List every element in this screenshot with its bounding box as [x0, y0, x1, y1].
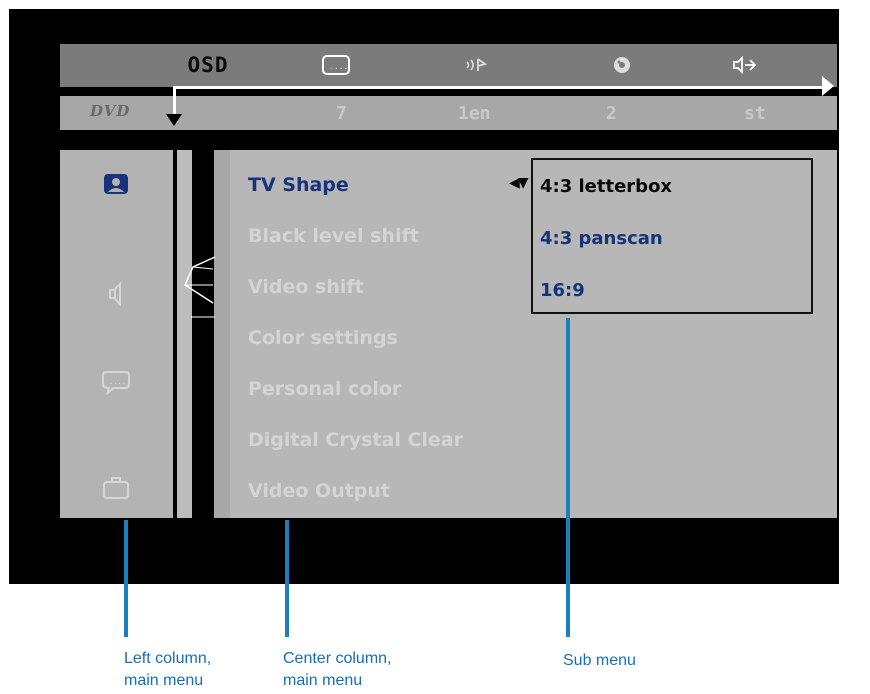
subtitle-icon[interactable]: .... [316, 48, 356, 82]
divider [192, 150, 214, 518]
connector-line [173, 86, 823, 89]
audio-language-icon[interactable] [458, 48, 498, 82]
connector-line-vertical [173, 86, 176, 114]
svg-text:....: .... [329, 62, 348, 71]
sound-mode-icon[interactable] [724, 48, 764, 82]
menu-item-black-level-shift[interactable]: Black level shift [248, 225, 419, 247]
callout-center-line2: main menu [283, 672, 363, 689]
osd-label[interactable]: OSD [178, 48, 238, 82]
osd-icon-bar: OSD .... [60, 44, 837, 87]
status-audio-language: 1en [458, 102, 491, 124]
picture-icon[interactable] [90, 164, 142, 204]
suitcase-icon[interactable] [90, 467, 142, 507]
callout-left-column: Left column, main menu [124, 648, 211, 692]
status-title-number: 7 [336, 102, 347, 124]
callout-sub-menu: Sub menu [563, 652, 636, 669]
dvd-logo: DVD [90, 102, 131, 120]
status-angle: 2 [606, 102, 617, 124]
menu-item-digital-crystal-clear[interactable]: Digital Crystal Clear [248, 429, 463, 451]
speaker-icon[interactable] [90, 274, 142, 314]
menu-item-video-shift[interactable]: Video shift [248, 276, 364, 298]
callout-line-center [285, 520, 289, 637]
left-column-main-menu [60, 150, 173, 518]
submenu-item-16-9[interactable]: 16:9 [540, 280, 585, 301]
angle-icon[interactable] [602, 48, 642, 82]
menu-item-tv-shape[interactable]: TV Shape [248, 174, 349, 196]
menu-item-video-output[interactable]: Video Output [248, 480, 390, 502]
callout-left-line1: Left column, [124, 650, 212, 667]
callout-center-line1: Center column, [283, 650, 392, 667]
status-sound-mode: st [744, 102, 766, 124]
submenu-item-panscan[interactable]: 4:3 panscan [540, 228, 663, 249]
scroll-right-arrow-icon[interactable] [822, 76, 834, 96]
svg-text:....: .... [109, 378, 126, 386]
speech-bubble-icon[interactable]: .... [90, 362, 142, 402]
menu-item-color-settings[interactable]: Color settings [248, 327, 398, 349]
selection-arrows-icon: ◀▼ [509, 175, 528, 191]
selection-bracket-icon [184, 256, 216, 318]
submenu-item-letterbox[interactable]: 4:3 letterbox [540, 176, 672, 197]
divider-stripe [214, 150, 230, 518]
callout-center-column: Center column, main menu [283, 648, 392, 692]
callout-line-sub [566, 318, 570, 637]
divider-panel [177, 150, 192, 518]
callout-line-left [124, 520, 128, 637]
callout-left-line2: main menu [124, 672, 204, 689]
menu-item-personal-color[interactable]: Personal color [248, 378, 401, 400]
down-arrow-icon [166, 114, 182, 126]
